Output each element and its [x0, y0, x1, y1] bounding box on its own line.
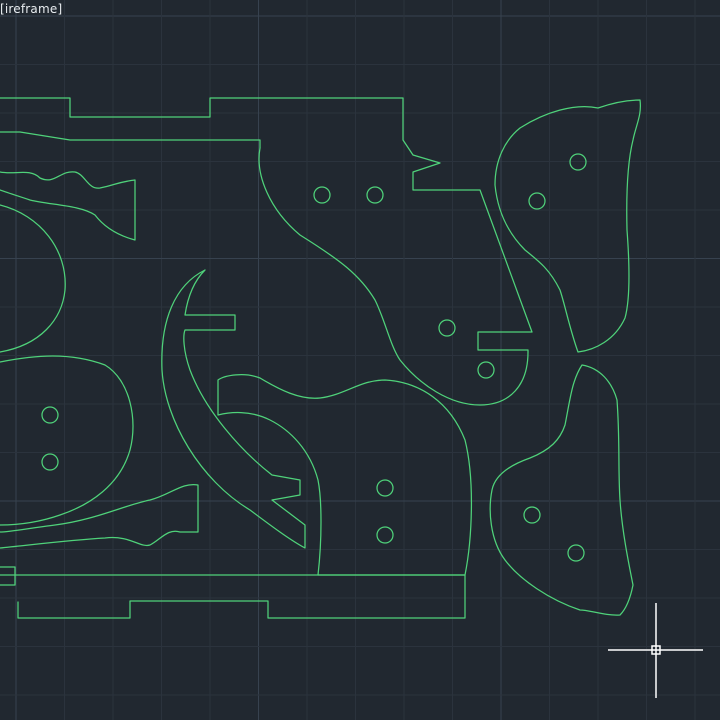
crosshair-cursor-icon	[608, 603, 703, 698]
model-viewport[interactable]: [ireframe]	[0, 0, 720, 720]
visual-style-label[interactable]: [ireframe]	[0, 2, 62, 16]
